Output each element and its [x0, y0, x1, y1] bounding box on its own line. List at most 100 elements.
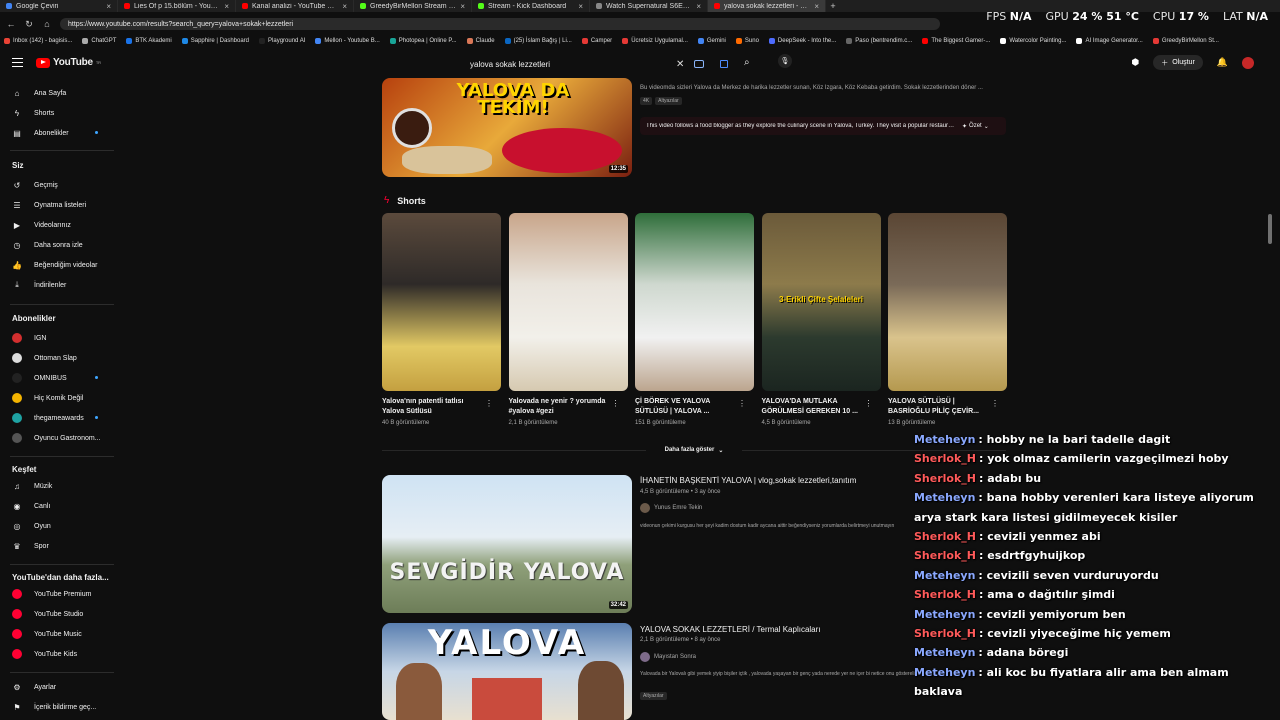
section-heading-subscriptions[interactable]: Abonelikler	[12, 314, 56, 323]
browser-tab[interactable]: Stream - Kick Dashboard ×	[472, 0, 590, 12]
sidebar-item[interactable]: OMNIBUS	[12, 371, 112, 385]
video-thumbnail[interactable]: SEVGİDİR YALOVA 32:42	[382, 475, 632, 613]
close-tab-icon[interactable]: ×	[696, 2, 701, 11]
short-card[interactable]: YALOVA SÜTLÜSÜ | BASRİOĞLU PİLİÇ ÇEVİR..…	[888, 213, 1007, 426]
browser-tab[interactable]: GreedyBirMellon Stream - Watch ×	[354, 0, 472, 12]
short-title[interactable]: YALOVA'DA MUTLAKA GÖRÜLMESİ GEREKEN 10 .…	[762, 397, 862, 417]
sidebar-item[interactable]: ☰ Oynatma listeleri	[12, 198, 112, 212]
sidebar-item[interactable]: ϟ Shorts	[12, 106, 112, 120]
video-thumbnail[interactable]: YALOVA DA TEKİM! 12:35	[382, 78, 632, 177]
clear-search-icon[interactable]: ✕	[676, 59, 684, 70]
channel-row[interactable]: Yunus Emre Tekin	[640, 503, 702, 513]
sidebar-item[interactable]: ♫ Müzik	[12, 479, 112, 493]
browser-tab[interactable]: yalova sokak lezzetleri - YouTube ×	[708, 0, 826, 12]
show-more-button[interactable]: Daha fazla göster ⌄	[646, 443, 742, 457]
sidebar-item[interactable]: ⚙ Ayarlar	[12, 680, 112, 694]
sidebar-item[interactable]: ◷ Daha sonra izle	[12, 238, 112, 252]
close-tab-icon[interactable]: ×	[814, 2, 819, 11]
ai-summary-banner[interactable]: This video follows a food blogger as the…	[640, 117, 1006, 135]
section-heading-you[interactable]: Siz	[12, 161, 24, 170]
sidebar-item[interactable]: ▶ Videolarınız	[12, 218, 112, 232]
bookmark-item[interactable]: Sapphire | Dashboard	[181, 38, 249, 44]
new-tab-icon[interactable]: +	[826, 0, 840, 12]
browser-tab[interactable]: Kanal analizi - YouTube Studio ×	[236, 0, 354, 12]
notifications-icon[interactable]: 🔔	[1217, 57, 1228, 68]
bookmark-item[interactable]: Ücretsiz Uygulamal...	[622, 38, 688, 44]
create-button[interactable]: ＋ Oluştur	[1153, 55, 1203, 70]
close-tab-icon[interactable]: ×	[460, 2, 465, 11]
sidebar-item[interactable]: ▤ Abonelikler	[12, 126, 112, 140]
bookmark-item[interactable]: Paso (bentrendim.c...	[846, 38, 912, 44]
sidebar-item[interactable]: YouTube Premium	[12, 587, 112, 601]
short-thumbnail[interactable]	[635, 213, 754, 391]
more-options-icon[interactable]: ⋮	[612, 399, 620, 408]
bookmark-item[interactable]: Claude	[466, 38, 495, 44]
sidebar-item[interactable]: thegameawards	[12, 411, 112, 425]
bookmark-item[interactable]: The Biggest Gamer-...	[922, 38, 990, 44]
address-bar[interactable]: https://www.youtube.com/results?search_q…	[60, 18, 940, 30]
browser-tab[interactable]: Watch Supernatural S6E13 online ×	[590, 0, 708, 12]
bookmark-item[interactable]: Watercolor Painting...	[1000, 38, 1066, 44]
sidebar-item[interactable]: Hiç Komik Değil	[12, 391, 112, 405]
sidebar-item[interactable]: Ottoman Slap	[12, 351, 112, 365]
short-card[interactable]: 3-Erikli Çifte Şelaleleri YALOVA'DA MUTLA…	[761, 213, 881, 426]
bookmark-item[interactable]: Gemini	[697, 38, 726, 44]
keyboard-icon[interactable]	[694, 60, 704, 68]
sidebar-item[interactable]: ↺ Geçmiş	[12, 178, 112, 192]
extension-icon[interactable]	[720, 60, 728, 68]
home-browser-icon[interactable]: ⌂	[42, 19, 52, 29]
video-title[interactable]: İHANETİN BAŞKENTİ YALOVA | vlog,sokak le…	[640, 476, 856, 485]
search-input[interactable]: yalova sokak lezzetleri ✕	[470, 57, 738, 71]
sidebar-item[interactable]: Oyuncu Gastronom...	[12, 431, 112, 445]
browser-tab[interactable]: Google Çeviri ×	[0, 0, 118, 12]
more-options-icon[interactable]: ⋮	[865, 399, 873, 408]
menu-icon[interactable]	[12, 58, 23, 70]
search-icon[interactable]: ⌕	[744, 57, 750, 68]
bookmark-item[interactable]: Playground AI	[259, 38, 305, 44]
close-tab-icon[interactable]: ×	[224, 2, 229, 11]
short-card[interactable]: Çİ BÖREK VE YALOVA SÜTLÜSÜ | YALOVA ... 1…	[635, 213, 754, 426]
close-tab-icon[interactable]: ×	[342, 2, 347, 11]
sidebar-item[interactable]: ♛ Spor	[12, 539, 112, 553]
bookmark-item[interactable]: Suno	[735, 38, 759, 44]
bookmark-item[interactable]: GreedyBirMellon St...	[1152, 38, 1219, 44]
summary-button[interactable]: ✦ Özet ⌄	[962, 123, 989, 130]
microphone-icon[interactable]: 🎙	[778, 54, 792, 68]
bookmark-item[interactable]: Camper	[581, 38, 612, 44]
avatar[interactable]	[1242, 56, 1254, 69]
reload-icon[interactable]: ↻	[24, 19, 34, 30]
sidebar-item[interactable]: ◎ Oyun	[12, 519, 112, 533]
bookmark-item[interactable]: (25) İslam Bağış | Li...	[504, 38, 572, 44]
short-thumbnail[interactable]	[508, 213, 628, 391]
close-tab-icon[interactable]: ×	[578, 2, 583, 11]
sidebar-item[interactable]: ⤓ İndirilenler	[12, 278, 112, 292]
sidebar-item[interactable]: 👍 Beğendiğim videolar	[12, 258, 112, 272]
more-options-icon[interactable]: ⋮	[485, 399, 493, 408]
cast-icon[interactable]: ⬢	[1131, 57, 1139, 68]
short-thumbnail[interactable]: 3-Erikli Çifte Şelaleleri	[761, 213, 881, 391]
sidebar-item[interactable]: YouTube Music	[12, 627, 112, 641]
sidebar-item[interactable]: YouTube Kids	[12, 647, 112, 661]
short-card[interactable]: Yalovada ne yenir ? yorumda #yalova #gez…	[508, 213, 628, 426]
bookmark-item[interactable]: Mellon - Youtube B...	[315, 38, 380, 44]
bookmark-item[interactable]: Inbox (142) - bagisis...	[4, 38, 72, 44]
bookmark-item[interactable]: Photopea | Online P...	[389, 38, 457, 44]
short-card[interactable]: Yalova'nın patentli tatlısı Yalova Sütlü…	[382, 213, 501, 426]
sidebar-item[interactable]: YouTube Studio	[12, 607, 112, 621]
close-tab-icon[interactable]: ×	[106, 2, 111, 11]
more-options-icon[interactable]: ⋮	[991, 399, 999, 408]
video-title[interactable]: YALOVA SOKAK LEZZETLERİ / Termal Kaplıca…	[640, 625, 821, 634]
short-thumbnail[interactable]	[888, 213, 1007, 391]
bookmark-item[interactable]: AI Image Generator...	[1076, 38, 1143, 44]
sidebar-item[interactable]: ⌂ Ana Sayfa	[12, 86, 112, 100]
back-icon[interactable]: ←	[6, 19, 16, 29]
sidebar-item[interactable]: ⚑ İçerik bildirme geç...	[12, 700, 112, 714]
browser-tab[interactable]: Lies Of p 15.bölüm - YouTube ×	[118, 0, 236, 12]
short-title[interactable]: YALOVA SÜTLÜSÜ | BASRİOĞLU PİLİÇ ÇEVİR..…	[888, 397, 988, 417]
more-options-icon[interactable]: ⋮	[738, 399, 746, 408]
sidebar-item[interactable]: ◉ Canlı	[12, 499, 112, 513]
bookmark-item[interactable]: BTK Akademi	[126, 38, 172, 44]
sidebar-item[interactable]: IGN	[12, 331, 112, 345]
short-title[interactable]: Yalova'nın patentli tatlısı Yalova Sütlü…	[382, 397, 482, 417]
bookmark-item[interactable]: DeepSeek - Into the...	[768, 38, 836, 44]
